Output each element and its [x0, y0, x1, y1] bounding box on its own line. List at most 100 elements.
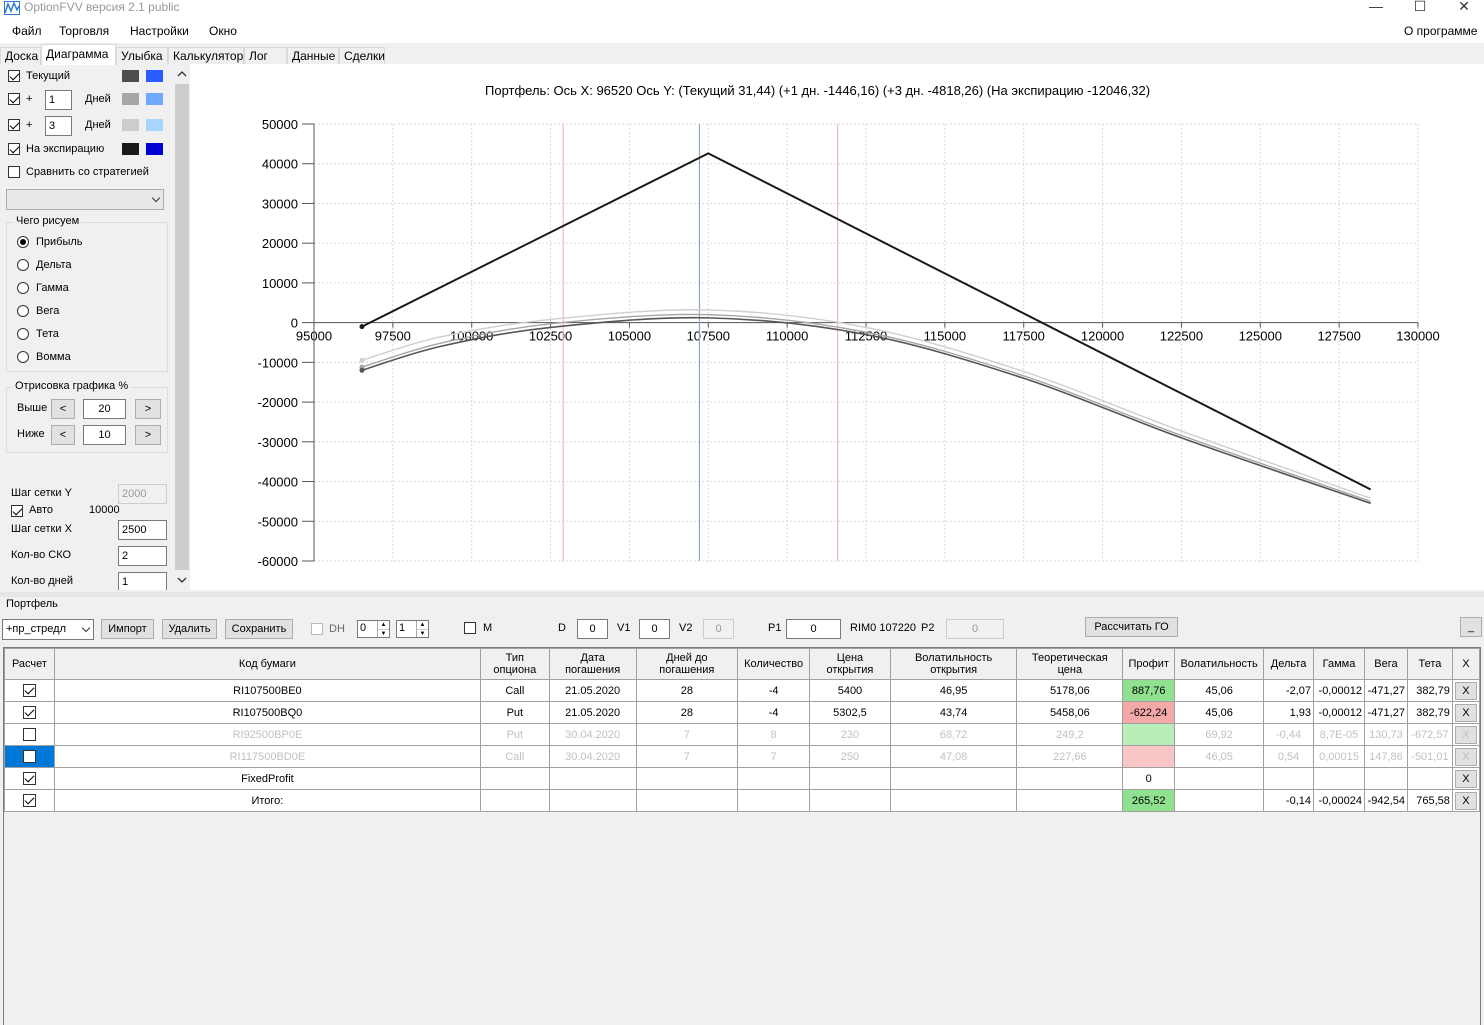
scroll-down-icon[interactable]: [177, 576, 187, 584]
radio-gamma[interactable]: [17, 282, 29, 294]
above-decrease-button[interactable]: <: [51, 399, 75, 419]
grid-x-input[interactable]: 2500: [118, 520, 167, 540]
column-header[interactable]: Расчет: [4, 648, 55, 680]
plus3-checkbox[interactable]: [8, 119, 20, 131]
sko-input[interactable]: 2: [118, 546, 167, 566]
calc-checkbox[interactable]: [22, 750, 36, 763]
above-increase-button[interactable]: >: [135, 399, 161, 419]
plus1-checkbox[interactable]: [8, 93, 20, 105]
tab-log[interactable]: Лог: [244, 47, 287, 65]
delete-row-button[interactable]: X: [1454, 681, 1477, 700]
menu-settings[interactable]: Настройки: [130, 24, 189, 38]
left-panel-scrollbar[interactable]: [174, 64, 190, 590]
minimize-window-icon[interactable]: —: [1354, 0, 1398, 18]
table-row[interactable]: RI117500BD0E Call 30.04.2020 7 7 250 47,08 227,…: [4, 745, 1480, 768]
calc-checkbox[interactable]: [22, 684, 36, 697]
radio-theta[interactable]: [17, 328, 29, 340]
delete-row-button[interactable]: X: [1454, 703, 1477, 722]
compare-strategy-checkbox[interactable]: [8, 166, 20, 178]
column-header[interactable]: Код бумаги: [53, 648, 481, 680]
spin-up-icon[interactable]: ▲: [416, 621, 428, 629]
v1-input[interactable]: 0: [639, 619, 670, 639]
table-row[interactable]: RI107500BE0 Call 21.05.2020 28 -4 5400 46,95 51…: [4, 679, 1480, 702]
table-row[interactable]: RI92500BP0E Put 30.04.2020 7 8 230 68,72 249,2 6…: [4, 723, 1480, 746]
dh-checkbox[interactable]: [311, 623, 323, 635]
strategy-dropdown[interactable]: +пр_стредл: [2, 619, 94, 640]
plus1-color-swatch-alt[interactable]: [146, 93, 163, 105]
tab-deals[interactable]: Сделки: [339, 47, 385, 65]
close-window-icon[interactable]: ✕: [1442, 0, 1484, 18]
plus3-color-swatch-alt[interactable]: [146, 119, 163, 131]
menu-file[interactable]: Файл: [12, 24, 42, 38]
calc-checkbox[interactable]: [22, 772, 36, 785]
maximize-window-icon[interactable]: ☐: [1398, 0, 1442, 18]
p2-input[interactable]: 0: [946, 619, 1004, 639]
below-increase-button[interactable]: >: [135, 425, 161, 445]
days-count-input[interactable]: 1: [118, 572, 167, 590]
calc-checkbox[interactable]: [22, 728, 36, 741]
delete-row-button[interactable]: X: [1454, 769, 1477, 788]
column-header[interactable]: Волатильность: [1174, 648, 1265, 680]
tab-diagram[interactable]: Диаграмма: [41, 44, 116, 65]
auto-checkbox[interactable]: [11, 505, 23, 517]
grid-y-input[interactable]: 2000: [118, 484, 167, 504]
column-header[interactable]: Тета: [1406, 648, 1453, 680]
column-header[interactable]: X: [1451, 648, 1480, 680]
calc-cell[interactable]: [4, 745, 55, 768]
table-row[interactable]: FixedProfit 0 X: [4, 767, 1480, 790]
tab-board[interactable]: Доска: [0, 47, 41, 65]
calc-checkbox[interactable]: [22, 794, 36, 807]
expiry-color-swatch[interactable]: [122, 143, 139, 155]
table-row[interactable]: Итого: 265,52 -0,14 -0,00024 -942,54 765,58 X: [4, 789, 1480, 812]
plus3-days-input[interactable]: 3: [45, 116, 72, 136]
tab-calculator[interactable]: Калькулятор: [168, 47, 244, 65]
plus1-days-input[interactable]: 1: [45, 90, 72, 110]
delete-button[interactable]: Удалить: [162, 619, 217, 639]
menu-about[interactable]: О программе: [1404, 24, 1477, 38]
v2-input[interactable]: 0: [703, 619, 734, 639]
spin-2[interactable]: 1 ▲ ▼: [396, 620, 429, 638]
column-header[interactable]: Дата погашения: [548, 648, 637, 680]
p1-input[interactable]: 0: [786, 619, 841, 639]
import-button[interactable]: Импорт: [101, 619, 154, 639]
spin-down-icon[interactable]: ▼: [377, 629, 389, 637]
panel-splitter[interactable]: [0, 592, 1484, 597]
minimize-panel-button[interactable]: _: [1460, 617, 1482, 637]
spin-1[interactable]: 0 ▲ ▼: [357, 620, 390, 638]
profit-chart[interactable]: Портфель: Ось X: 96520 Ось Y: (Текущий 3…: [190, 64, 1484, 590]
delete-row-button[interactable]: X: [1454, 725, 1477, 744]
tab-smile[interactable]: Улыбка: [116, 47, 168, 65]
radio-profit[interactable]: [17, 236, 29, 248]
plus3-color-swatch[interactable]: [122, 119, 139, 131]
save-button[interactable]: Сохранить: [225, 619, 293, 639]
above-input[interactable]: 20: [83, 399, 126, 419]
scroll-up-icon[interactable]: [177, 70, 187, 78]
column-header[interactable]: Волатильность открытия: [889, 648, 1018, 680]
delete-row-button[interactable]: X: [1454, 791, 1477, 810]
column-header[interactable]: Количество: [737, 648, 811, 680]
expiry-checkbox[interactable]: [8, 143, 20, 155]
radio-vomma[interactable]: [17, 351, 29, 363]
expiry-color-swatch-alt[interactable]: [146, 143, 163, 155]
tab-data[interactable]: Данные: [287, 47, 339, 65]
current-color-swatch[interactable]: [122, 70, 139, 82]
column-header[interactable]: Тип опциона: [479, 648, 550, 680]
current-checkbox[interactable]: [8, 70, 20, 82]
delete-row-button[interactable]: X: [1454, 747, 1477, 766]
column-header[interactable]: Профит: [1122, 648, 1176, 680]
calc-cell[interactable]: [4, 679, 55, 702]
column-header[interactable]: Дней до погашения: [635, 648, 739, 680]
strategy-compare-dropdown[interactable]: [6, 189, 164, 210]
column-header[interactable]: Теоретическая цена: [1016, 648, 1124, 680]
below-decrease-button[interactable]: <: [51, 425, 75, 445]
calc-cell[interactable]: [4, 701, 55, 724]
radio-delta[interactable]: [17, 259, 29, 271]
column-header[interactable]: Гамма: [1313, 648, 1365, 680]
menu-trading[interactable]: Торговля: [59, 24, 109, 38]
spin-down-icon[interactable]: ▼: [416, 629, 428, 637]
menu-window[interactable]: Окно: [209, 24, 237, 38]
below-input[interactable]: 10: [83, 425, 126, 445]
calc-cell[interactable]: [4, 789, 55, 812]
radio-vega[interactable]: [17, 305, 29, 317]
scrollbar-thumb[interactable]: [175, 84, 189, 570]
